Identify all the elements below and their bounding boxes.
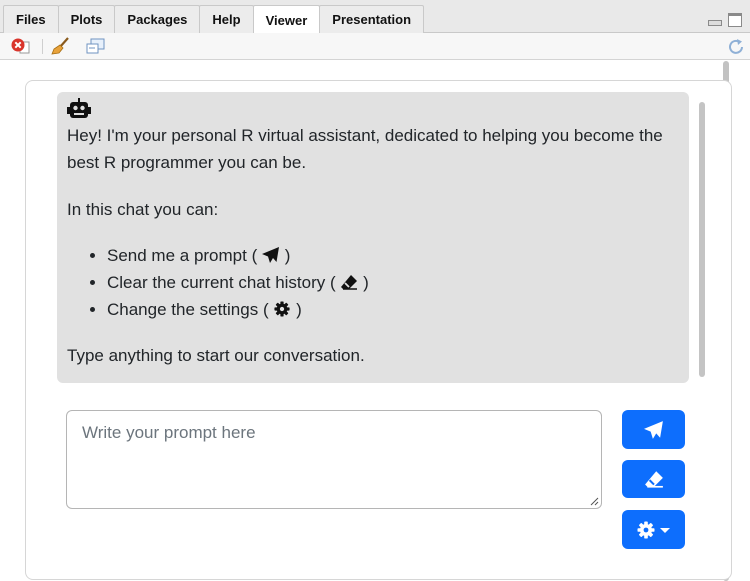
paper-plane-icon [261,247,279,263]
broom-clear-icon[interactable] [51,37,71,55]
tab-help[interactable]: Help [199,5,254,33]
list-item-close: ) [296,300,302,319]
outro-text: Type anything to start our conversation. [67,346,365,365]
tab-viewer[interactable]: Viewer [252,5,321,34]
paper-plane-icon [643,420,663,439]
capabilities-list: Send me a prompt ( ) Clear the current c… [67,242,679,323]
list-item: Change the settings ( ) [107,296,679,323]
clear-history-button[interactable] [622,460,685,498]
gear-icon [274,301,290,317]
list-item: Send me a prompt ( ) [107,242,679,269]
refresh-icon[interactable] [726,37,746,57]
viewer-toolbar [0,33,750,60]
chat-scrollbar[interactable] [699,102,705,377]
robot-icon [67,98,91,118]
capabilities-heading: In this chat you can: [67,200,219,219]
popout-window-icon[interactable] [86,37,106,55]
tab-presentation[interactable]: Presentation [319,5,425,33]
eraser-icon [644,471,663,488]
list-item-text: Change the settings ( [107,300,269,319]
list-item-close: ) [284,246,291,265]
remove-viewer-icon[interactable] [10,37,30,55]
gear-icon [637,521,654,538]
caret-down-icon [659,527,670,533]
assistant-message: Hey! I'm your personal R virtual assista… [57,92,689,383]
minimize-pane-button[interactable] [706,12,724,28]
pane-tab-strip: Files Plots Packages Help Viewer Present… [0,0,750,34]
chat-app: Hey! I'm your personal R virtual assista… [0,61,750,581]
list-item-text: Send me a prompt ( [107,246,258,265]
settings-dropdown-button[interactable] [622,510,685,549]
tab-plots[interactable]: Plots [57,5,116,33]
pane-tabs: Files Plots Packages Help Viewer Present… [3,5,425,34]
list-item-close: ) [363,273,369,292]
list-item-text: Clear the current chat history ( [107,273,336,292]
eraser-icon [341,275,358,290]
maximize-pane-button[interactable] [726,12,744,28]
toolbar-separator [42,39,43,54]
intro-text: Hey! I'm your personal R virtual assista… [67,126,663,172]
tab-files[interactable]: Files [3,5,59,33]
send-button[interactable] [622,410,685,449]
list-item: Clear the current chat history ( ) [107,269,679,296]
tab-packages[interactable]: Packages [114,5,201,33]
pane-window-controls [706,12,744,28]
prompt-input[interactable] [66,410,602,509]
